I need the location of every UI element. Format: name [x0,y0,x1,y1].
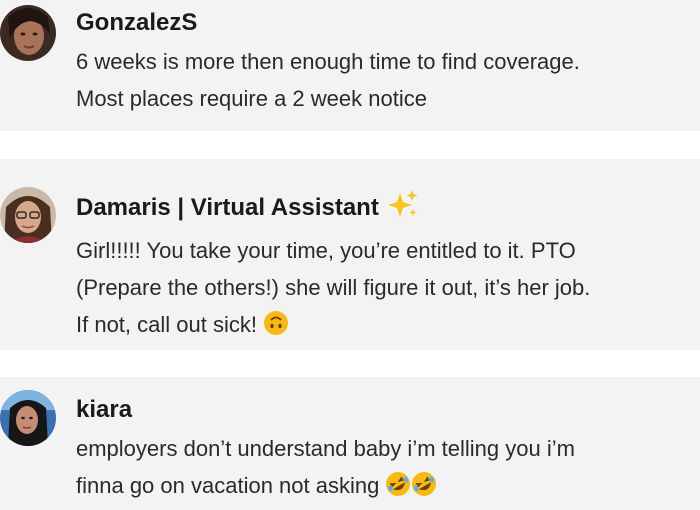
avatar[interactable] [0,5,56,61]
comment-text: employers don’t understand baby i’m tell… [76,430,692,508]
comment-item: Damaris | Virtual Assistant Girl!!!!! Yo… [0,159,700,350]
rolling-on-floor-laughing-icon [385,471,411,508]
comment-username[interactable]: GonzalezS [76,7,692,39]
upside-down-face-icon [263,310,289,347]
comment-feed: GonzalezS 6 weeks is more then enough ti… [0,0,700,510]
comment-username[interactable]: kiara [76,394,692,426]
comment-item: kiara employers don’t understand baby i’… [0,377,700,510]
sparkles-icon [386,189,420,228]
comment-text: 6 weeks is more then enough time to find… [76,43,692,117]
comment-item: GonzalezS 6 weeks is more then enough ti… [0,0,700,131]
comment-text: Girl!!!!! You take your time, you’re ent… [76,232,692,347]
comment-username-text: Damaris | Virtual Assistant [76,194,379,221]
comment-username[interactable]: Damaris | Virtual Assistant [76,189,692,228]
comment-text-fragment: finna go on vacation not asking [76,473,380,498]
comment-text-fragment: If not, call out sick! [76,312,257,337]
comment-text-line: If not, call out sick! [76,306,692,347]
comment-text-line: 6 weeks is more then enough time to find… [76,49,580,74]
comment-text-line: Girl!!!!! You take your time, you’re ent… [76,238,576,263]
rolling-on-floor-laughing-icon [411,471,437,508]
avatar[interactable] [0,187,56,243]
comment-text-line: Most places require a 2 week notice [76,86,427,111]
comment-text-line: employers don’t understand baby i’m tell… [76,436,575,461]
avatar[interactable] [0,390,56,446]
comment-text-line: (Prepare the others!) she will figure it… [76,275,591,300]
comment-text-line: finna go on vacation not asking [76,467,692,508]
